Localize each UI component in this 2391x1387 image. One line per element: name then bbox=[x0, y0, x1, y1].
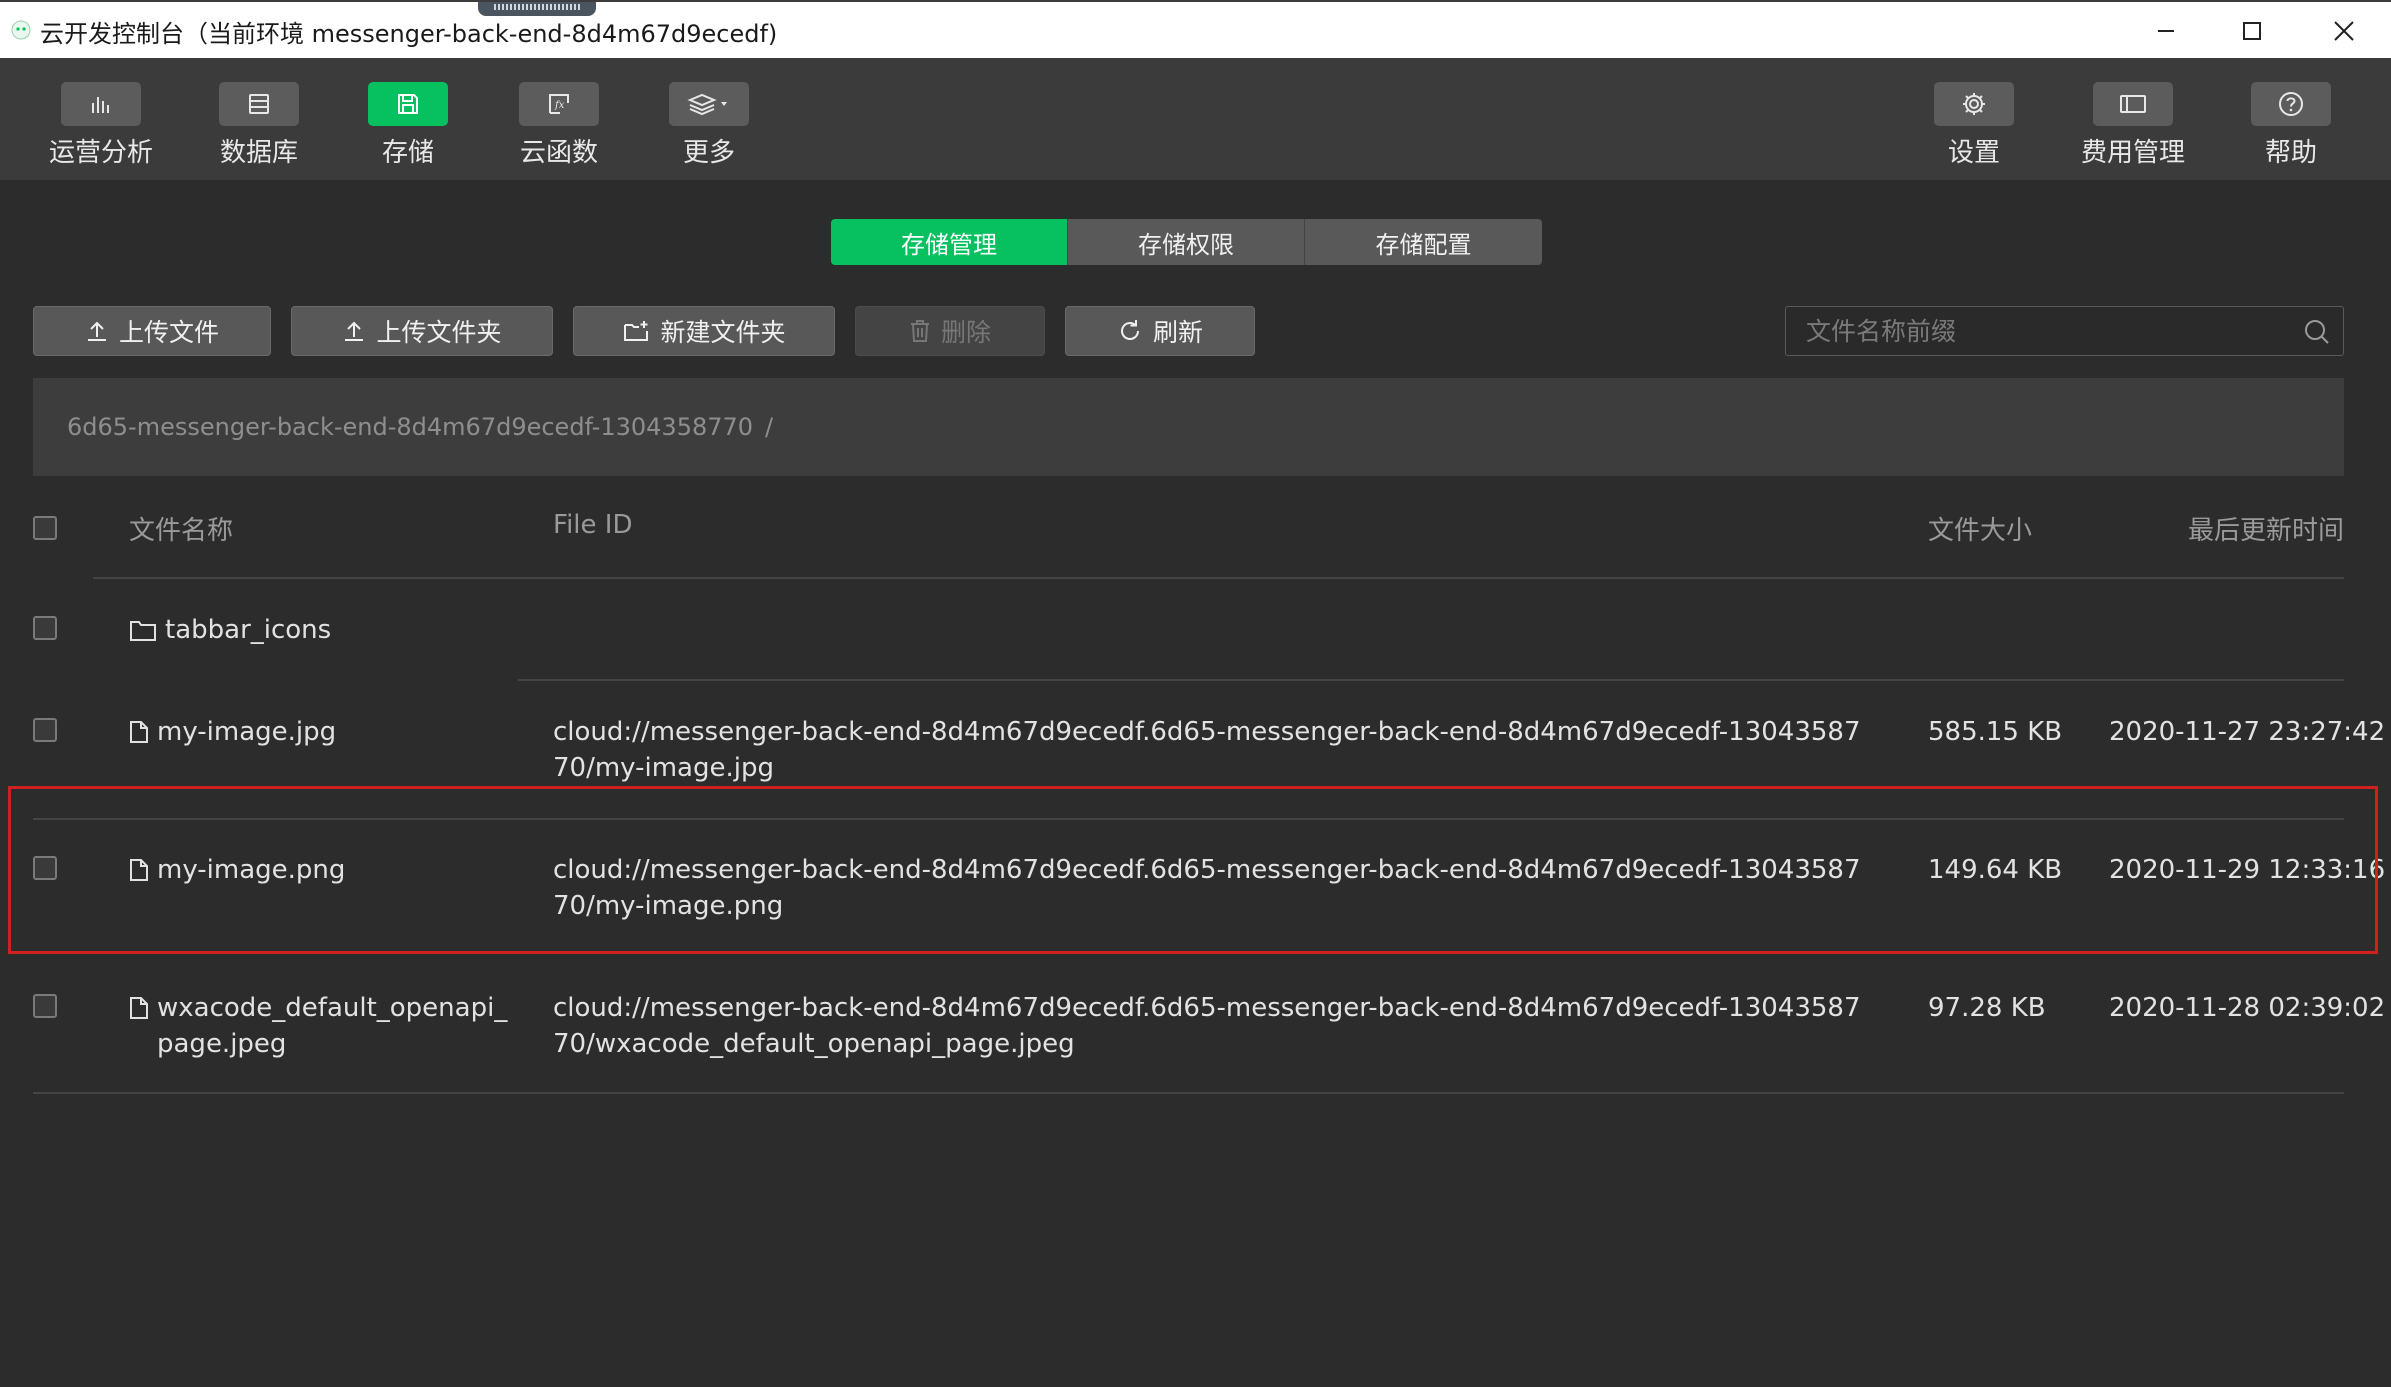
file-name: my-image.jpg bbox=[157, 717, 337, 747]
app-logo-icon bbox=[11, 20, 31, 40]
layers-icon bbox=[687, 93, 727, 116]
title-bar: 云开发控制台（当前环境 messenger-back-end-8d4m67d9e… bbox=[0, 0, 2391, 58]
search-box bbox=[1785, 306, 2344, 356]
toolbar-database[interactable]: 数据库 bbox=[199, 82, 319, 169]
upload-folder-button[interactable]: 上传文件夹 bbox=[291, 306, 553, 356]
file-name-cell[interactable]: wxacode_default_openapi_page.jpeg bbox=[129, 990, 509, 1062]
toolbar-cloud-functions[interactable]: fx 云函数 bbox=[499, 82, 619, 169]
selection-highlight-box bbox=[8, 786, 2378, 954]
toolbar-more-label: 更多 bbox=[682, 138, 735, 168]
toolbar-help[interactable]: 帮助 bbox=[2231, 82, 2351, 169]
file-size: 97.28 KB bbox=[1928, 993, 2046, 1023]
search-input[interactable] bbox=[1786, 307, 2306, 355]
file-icon bbox=[130, 997, 148, 1019]
new-folder-icon bbox=[624, 321, 649, 341]
folder-icon bbox=[130, 621, 156, 641]
maximize-icon bbox=[2243, 22, 2261, 40]
row-divider bbox=[33, 1092, 2344, 1094]
file-name: tabbar_icons bbox=[165, 615, 332, 645]
new-folder-button[interactable]: 新建文件夹 bbox=[573, 306, 835, 356]
tab-storage-management[interactable]: 存储管理 bbox=[831, 219, 1068, 265]
toolbar-storage-label: 存储 bbox=[381, 138, 434, 168]
toolbar-cloud-functions-label: 云函数 bbox=[519, 138, 598, 168]
breadcrumb-separator: / bbox=[765, 413, 774, 441]
new-folder-label: 新建文件夹 bbox=[660, 318, 786, 347]
row-checkbox[interactable] bbox=[33, 994, 57, 1018]
file-id-cell: cloud://messenger-back-end-8d4m67d9ecedf… bbox=[553, 993, 1861, 1059]
breadcrumb: 6d65-messenger-back-end-8d4m67d9ecedf-13… bbox=[33, 378, 2344, 476]
tab-storage-config[interactable]: 存储配置 bbox=[1305, 219, 1542, 265]
tab-storage-permissions[interactable]: 存储权限 bbox=[1068, 219, 1305, 265]
upload-file-button[interactable]: 上传文件 bbox=[33, 306, 271, 356]
minimize-button[interactable] bbox=[2136, 6, 2196, 56]
toolbar-analytics[interactable]: 运营分析 bbox=[41, 82, 161, 169]
storage-icon bbox=[398, 94, 418, 114]
file-updated: 2020-11-28 02:39:02 bbox=[2109, 993, 2386, 1023]
toolbar-billing[interactable]: 费用管理 bbox=[2073, 82, 2193, 169]
help-icon bbox=[2279, 92, 2303, 116]
file-name: wxacode_default_openapi_page.jpeg bbox=[157, 993, 508, 1059]
refresh-icon bbox=[1120, 320, 1139, 340]
file-name-cell[interactable]: my-image.jpg bbox=[129, 714, 509, 750]
delete-label: 删除 bbox=[940, 318, 991, 347]
gear-icon bbox=[1963, 93, 1985, 115]
file-icon bbox=[130, 721, 148, 743]
drag-handle[interactable] bbox=[478, 2, 596, 16]
toolbar-billing-label: 费用管理 bbox=[2080, 138, 2185, 168]
trash-icon bbox=[910, 320, 929, 342]
toolbar-storage[interactable]: 存储 bbox=[348, 82, 468, 169]
main-toolbar: 运营分析 数据库 存储 fx 云函数 更多 设置 费用管理 帮助 bbox=[0, 58, 2391, 180]
function-icon: fx bbox=[549, 94, 569, 114]
column-header-updated[interactable]: 最后更新时间 bbox=[2188, 510, 2344, 547]
upload-folder-label: 上传文件夹 bbox=[376, 318, 502, 347]
file-size: 585.15 KB bbox=[1928, 717, 2063, 747]
upload-icon bbox=[87, 321, 106, 341]
refresh-button[interactable]: 刷新 bbox=[1065, 306, 1255, 356]
toolbar-more[interactable]: 更多 bbox=[649, 82, 769, 169]
svg-text:fx: fx bbox=[554, 100, 565, 111]
minimize-icon bbox=[2158, 30, 2174, 32]
column-header-file-id: File ID bbox=[553, 510, 633, 540]
toolbar-analytics-label: 运营分析 bbox=[48, 138, 153, 168]
file-id-cell: cloud://messenger-back-end-8d4m67d9ecedf… bbox=[553, 717, 1861, 783]
upload-icon bbox=[345, 321, 364, 341]
header-divider bbox=[93, 577, 2344, 579]
window-title: 云开发控制台（当前环境 messenger-back-end-8d4m67d9e… bbox=[40, 20, 778, 48]
close-icon bbox=[2334, 21, 2354, 41]
storage-tabs: 存储管理 存储权限 存储配置 bbox=[831, 219, 1542, 265]
file-name-cell[interactable]: tabbar_icons bbox=[129, 612, 509, 648]
toolbar-database-label: 数据库 bbox=[219, 138, 298, 168]
file-updated: 2020-11-27 23:27:42 bbox=[2109, 717, 2386, 747]
delete-button[interactable]: 删除 bbox=[855, 306, 1045, 356]
database-icon bbox=[249, 94, 269, 114]
breadcrumb-root[interactable]: 6d65-messenger-back-end-8d4m67d9ecedf-13… bbox=[67, 413, 753, 441]
search-icon[interactable] bbox=[2303, 318, 2331, 346]
upload-file-label: 上传文件 bbox=[118, 318, 219, 347]
maximize-button[interactable] bbox=[2222, 6, 2282, 56]
close-button[interactable] bbox=[2314, 6, 2374, 56]
row-checkbox[interactable] bbox=[33, 616, 57, 640]
toolbar-help-label: 帮助 bbox=[2264, 138, 2317, 168]
column-header-size[interactable]: 文件大小 bbox=[1928, 510, 2032, 547]
select-all-checkbox[interactable] bbox=[33, 516, 57, 540]
row-checkbox[interactable] bbox=[33, 718, 57, 742]
row-divider bbox=[518, 679, 2344, 681]
toolbar-settings[interactable]: 设置 bbox=[1914, 82, 2034, 169]
column-header-name[interactable]: 文件名称 bbox=[129, 510, 233, 547]
billing-icon bbox=[2120, 95, 2146, 113]
refresh-label: 刷新 bbox=[1152, 318, 1203, 347]
bar-chart-icon bbox=[92, 97, 109, 113]
toolbar-settings-label: 设置 bbox=[1947, 138, 2000, 168]
